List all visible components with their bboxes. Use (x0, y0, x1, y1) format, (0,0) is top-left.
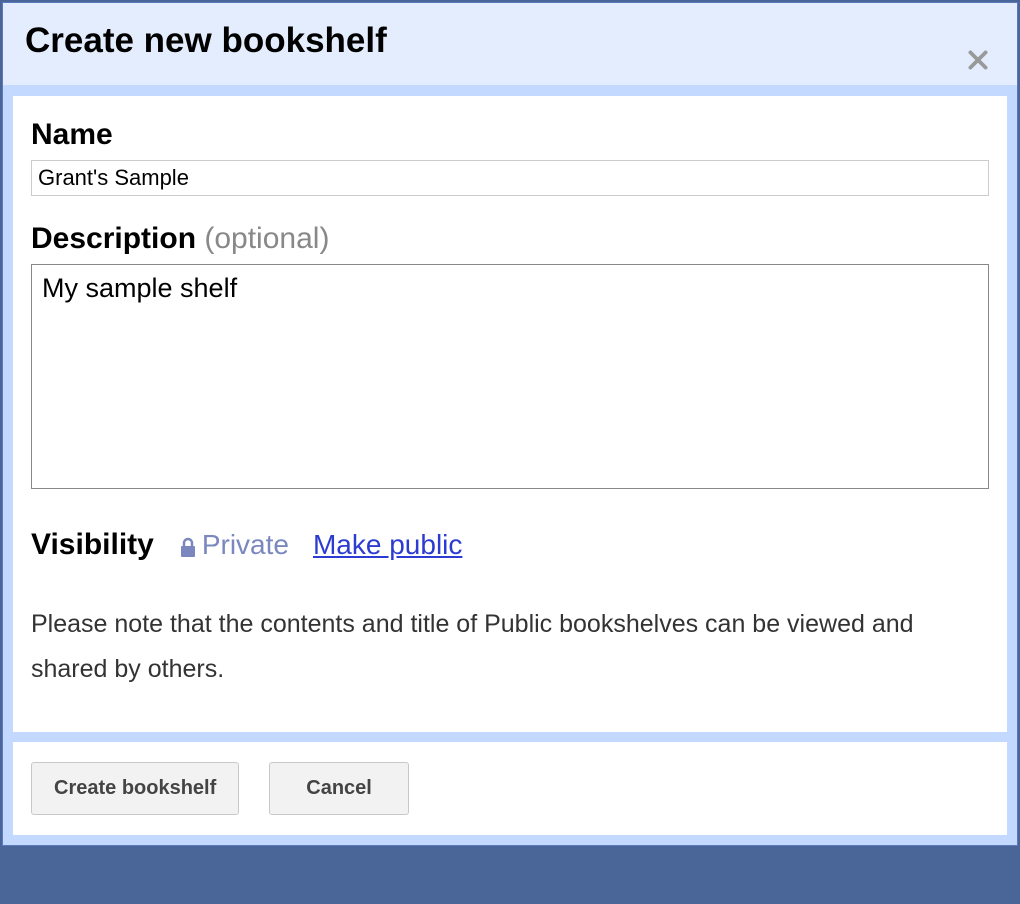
close-icon[interactable] (965, 47, 991, 78)
description-label: Description (31, 222, 196, 255)
dialog-footer: Create bookshelf Cancel (13, 742, 1007, 835)
cancel-button[interactable]: Cancel (269, 762, 409, 815)
name-input[interactable] (31, 160, 989, 196)
name-field-group: Name (31, 118, 989, 196)
make-public-link[interactable]: Make public (313, 529, 462, 561)
visibility-status-text: Private (202, 529, 289, 561)
dialog-title: Create new bookshelf (25, 21, 995, 61)
visibility-label: Visibility (31, 528, 154, 562)
description-optional-label: (optional) (196, 222, 329, 255)
create-bookshelf-button[interactable]: Create bookshelf (31, 762, 239, 815)
dialog-header: Create new bookshelf (3, 3, 1017, 86)
lock-icon (178, 529, 198, 561)
visibility-status: Private (178, 529, 289, 561)
description-field-group: Description (optional) (31, 222, 989, 494)
visibility-row: Visibility Private Make public (31, 528, 989, 562)
create-bookshelf-dialog: Create new bookshelf Name Description (o… (2, 2, 1018, 846)
visibility-note: Please note that the contents and title … (31, 602, 989, 692)
dialog-body: Name Description (optional) Visibility P… (13, 96, 1007, 732)
description-textarea[interactable] (31, 264, 989, 489)
name-label: Name (31, 118, 113, 151)
